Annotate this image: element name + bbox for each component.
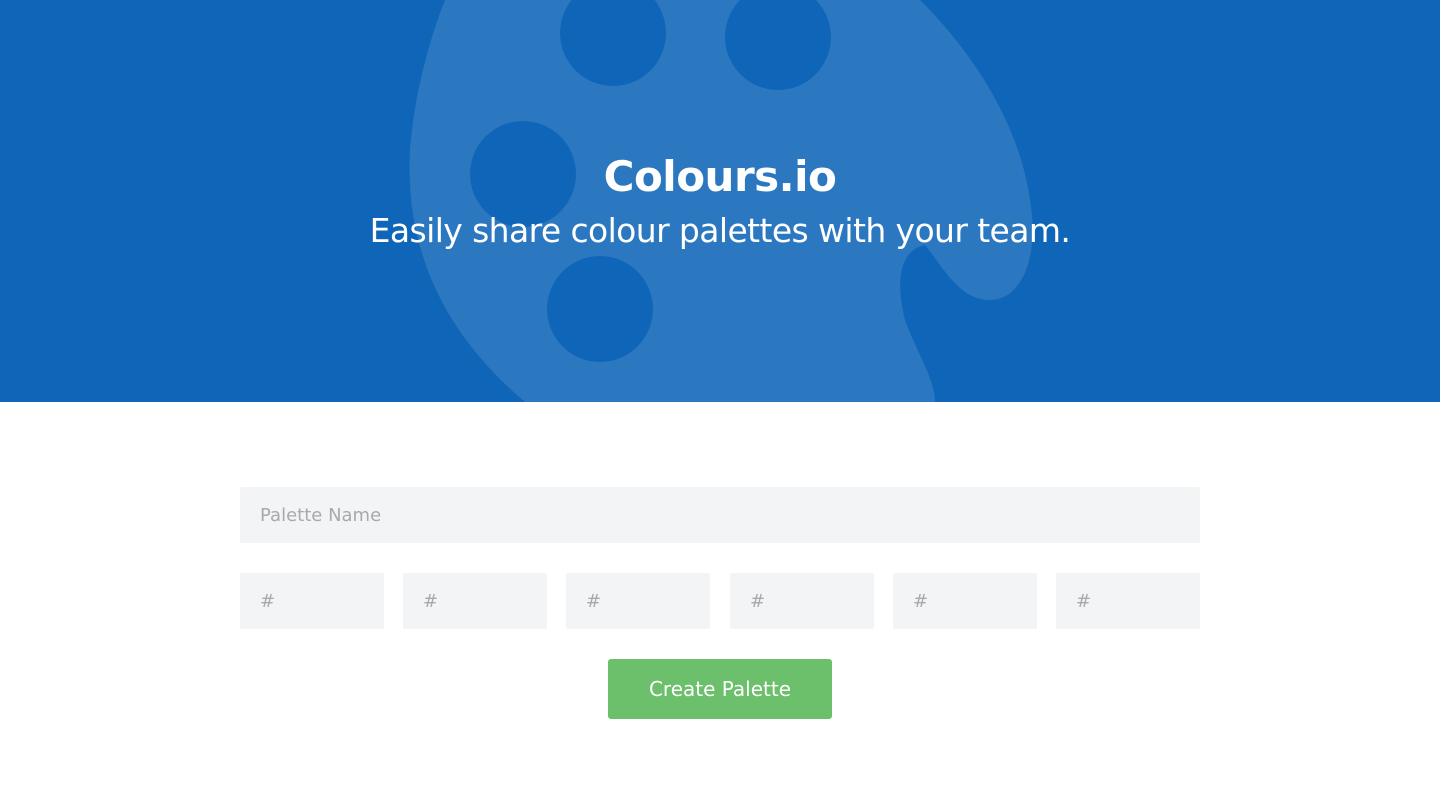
hex-color-input-4[interactable] [730, 573, 874, 629]
hero-banner: Colours.io Easily share colour palettes … [0, 0, 1440, 402]
site-title: Colours.io [603, 152, 837, 201]
palette-name-input[interactable] [240, 487, 1200, 543]
hex-color-input-3[interactable] [566, 573, 710, 629]
hex-inputs-row [240, 573, 1200, 629]
create-palette-button[interactable]: Create Palette [608, 659, 832, 719]
hex-color-input-6[interactable] [1056, 573, 1200, 629]
hex-color-input-2[interactable] [403, 573, 547, 629]
hex-color-input-5[interactable] [893, 573, 1037, 629]
hex-color-input-1[interactable] [240, 573, 384, 629]
site-tagline: Easily share colour palettes with your t… [369, 211, 1071, 250]
create-palette-form: Create Palette [240, 487, 1200, 719]
